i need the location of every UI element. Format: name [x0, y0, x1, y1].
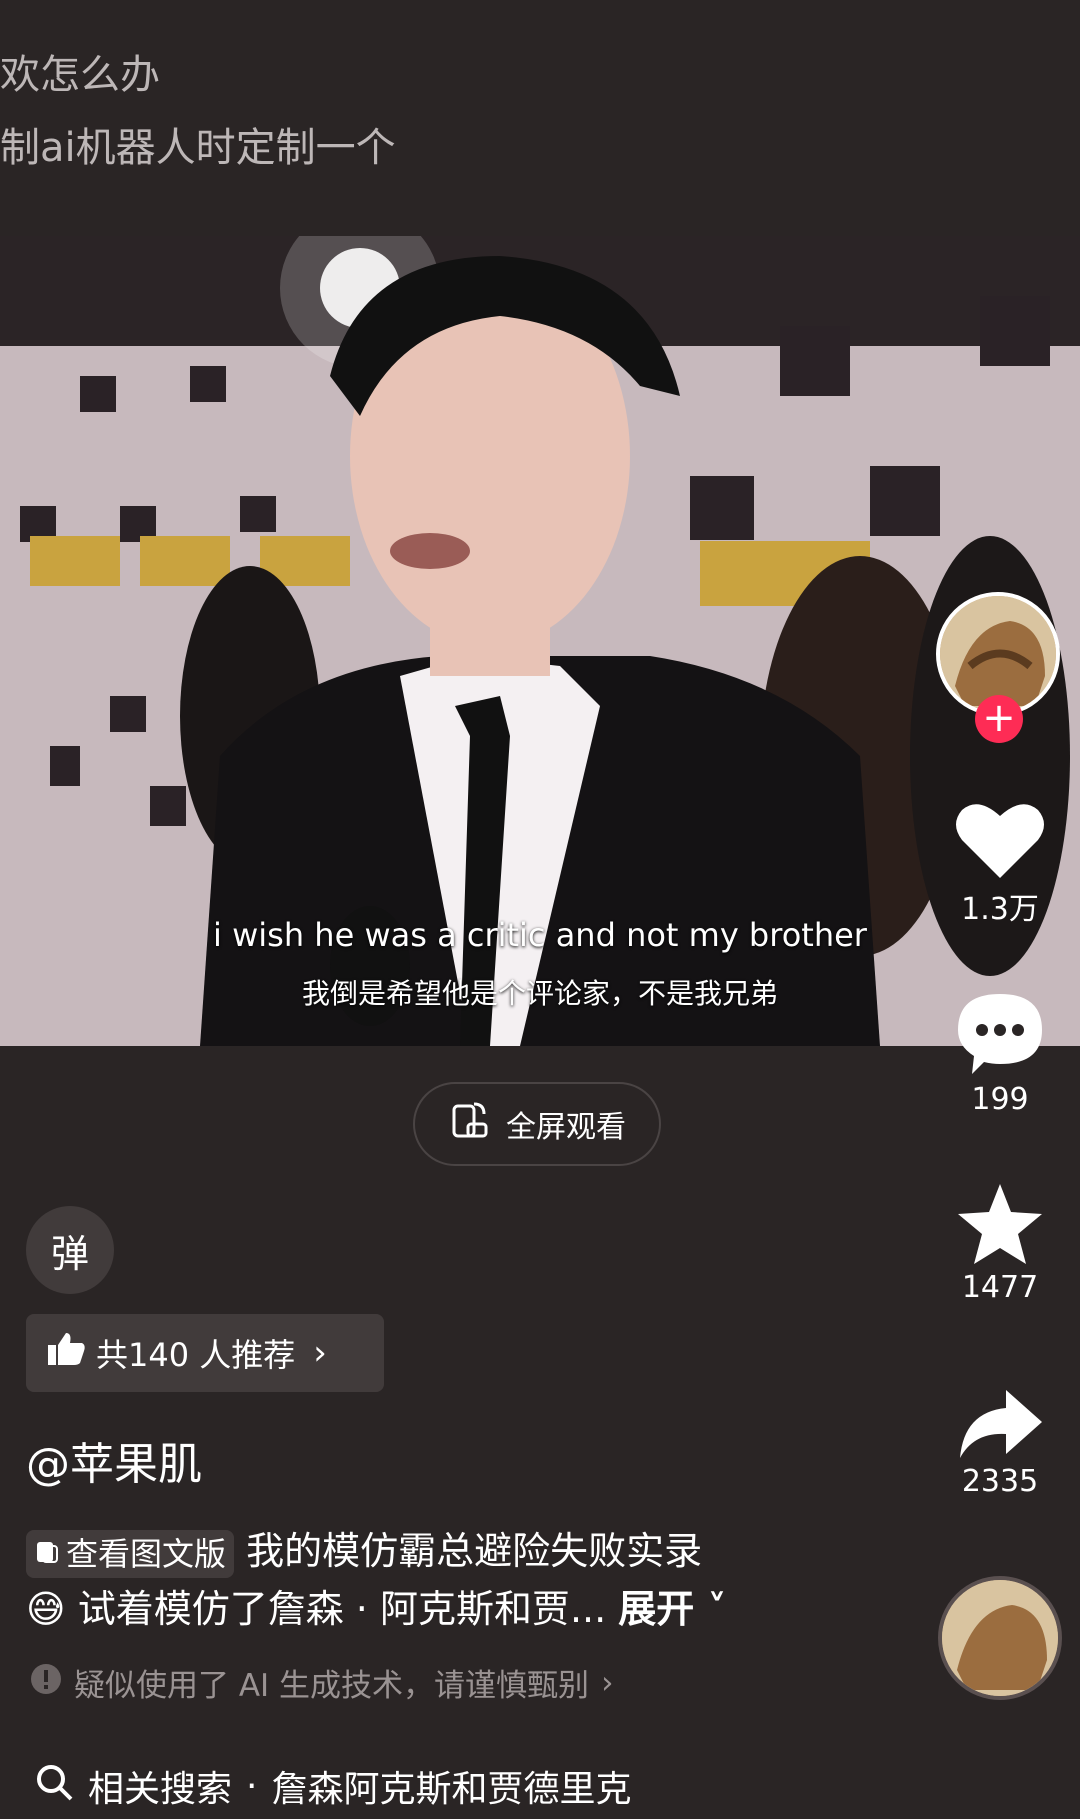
recommend-pill[interactable]: 共140 人推荐 › — [26, 1314, 384, 1392]
search-icon — [34, 1762, 74, 1811]
comment-count: 199 — [971, 1082, 1029, 1117]
danmu-toggle[interactable]: 弹 — [26, 1206, 114, 1294]
ai-warning-note[interactable]: 疑似使用了 AI 生成技术，请谨慎甄别 › — [30, 1660, 613, 1705]
ai-warning-text: 疑似使用了 AI 生成技术，请谨慎甄别 — [74, 1668, 590, 1704]
overlay-line-1: 欢怎么办 — [0, 52, 160, 98]
chevron-down-icon: ˅ — [694, 1587, 727, 1631]
video-player[interactable]: i wish he was a critic and not my brothe… — [0, 236, 1080, 1046]
like-count: 1.3万 — [961, 892, 1039, 927]
heart-icon — [954, 804, 1046, 884]
chevron-right-icon: › — [313, 1333, 327, 1373]
danmu-label: 弹 — [50, 1231, 89, 1276]
warning-icon — [30, 1663, 62, 1703]
author-name[interactable]: @苹果肌 — [26, 1428, 202, 1492]
video-description: 查看图文版 我的模仿霸总避险失败实录 😅 试着模仿了詹森 · 阿克斯和贾... … — [26, 1522, 806, 1638]
share-count: 2335 — [961, 1464, 1039, 1499]
expand-button[interactable]: 展开 ˅ — [618, 1587, 726, 1631]
related-search-query: 詹森阿克斯和贾德里克 — [271, 1769, 632, 1810]
related-search-label: 相关搜索 — [88, 1769, 233, 1810]
comment-icon — [954, 994, 1046, 1082]
description-text-1: 我的模仿霸总避险失败实录 — [246, 1529, 703, 1573]
related-search-bar[interactable]: 相关搜索 · 詹森阿克斯和贾德里克 — [34, 1760, 631, 1812]
document-icon — [34, 1525, 60, 1583]
overlay-line-2: 制ai机器人时定制一个 — [0, 125, 396, 171]
thumbs-up-icon — [46, 1331, 86, 1375]
related-separator: · — [246, 1765, 258, 1807]
comment-button[interactable]: 199 — [940, 990, 1060, 1117]
share-button[interactable]: 2335 — [940, 1388, 1060, 1499]
expand-label: 展开 — [618, 1587, 695, 1631]
follow-plus-icon[interactable]: + — [975, 695, 1023, 743]
rotate-screen-icon — [448, 1098, 492, 1150]
subtitle-en: i wish he was a critic and not my brothe… — [213, 916, 867, 954]
view-graphic-version-label: 查看图文版 — [66, 1534, 227, 1573]
sweat-smile-emoji: 😅 — [26, 1587, 66, 1631]
star-icon — [956, 1184, 1044, 1270]
description-text-2: 试着模仿了詹森 · 阿克斯和贾... — [77, 1587, 607, 1631]
favorite-count: 1477 — [961, 1270, 1039, 1305]
fullscreen-label: 全屏观看 — [506, 1110, 626, 1145]
recommend-label: 共140 人推荐 — [96, 1336, 296, 1374]
fullscreen-button[interactable]: 全屏观看 — [413, 1082, 661, 1166]
chevron-right-icon: › — [601, 1664, 614, 1701]
share-arrow-icon — [956, 1390, 1044, 1464]
music-disc[interactable] — [938, 1576, 1062, 1700]
subtitle-zh: 我倒是希望他是个评论家，不是我兄弟 — [301, 977, 778, 1010]
like-button[interactable]: 1.3万 — [940, 800, 1060, 928]
favorite-button[interactable]: 1477 — [940, 1182, 1060, 1305]
view-graphic-version-tag[interactable]: 查看图文版 — [26, 1529, 235, 1578]
